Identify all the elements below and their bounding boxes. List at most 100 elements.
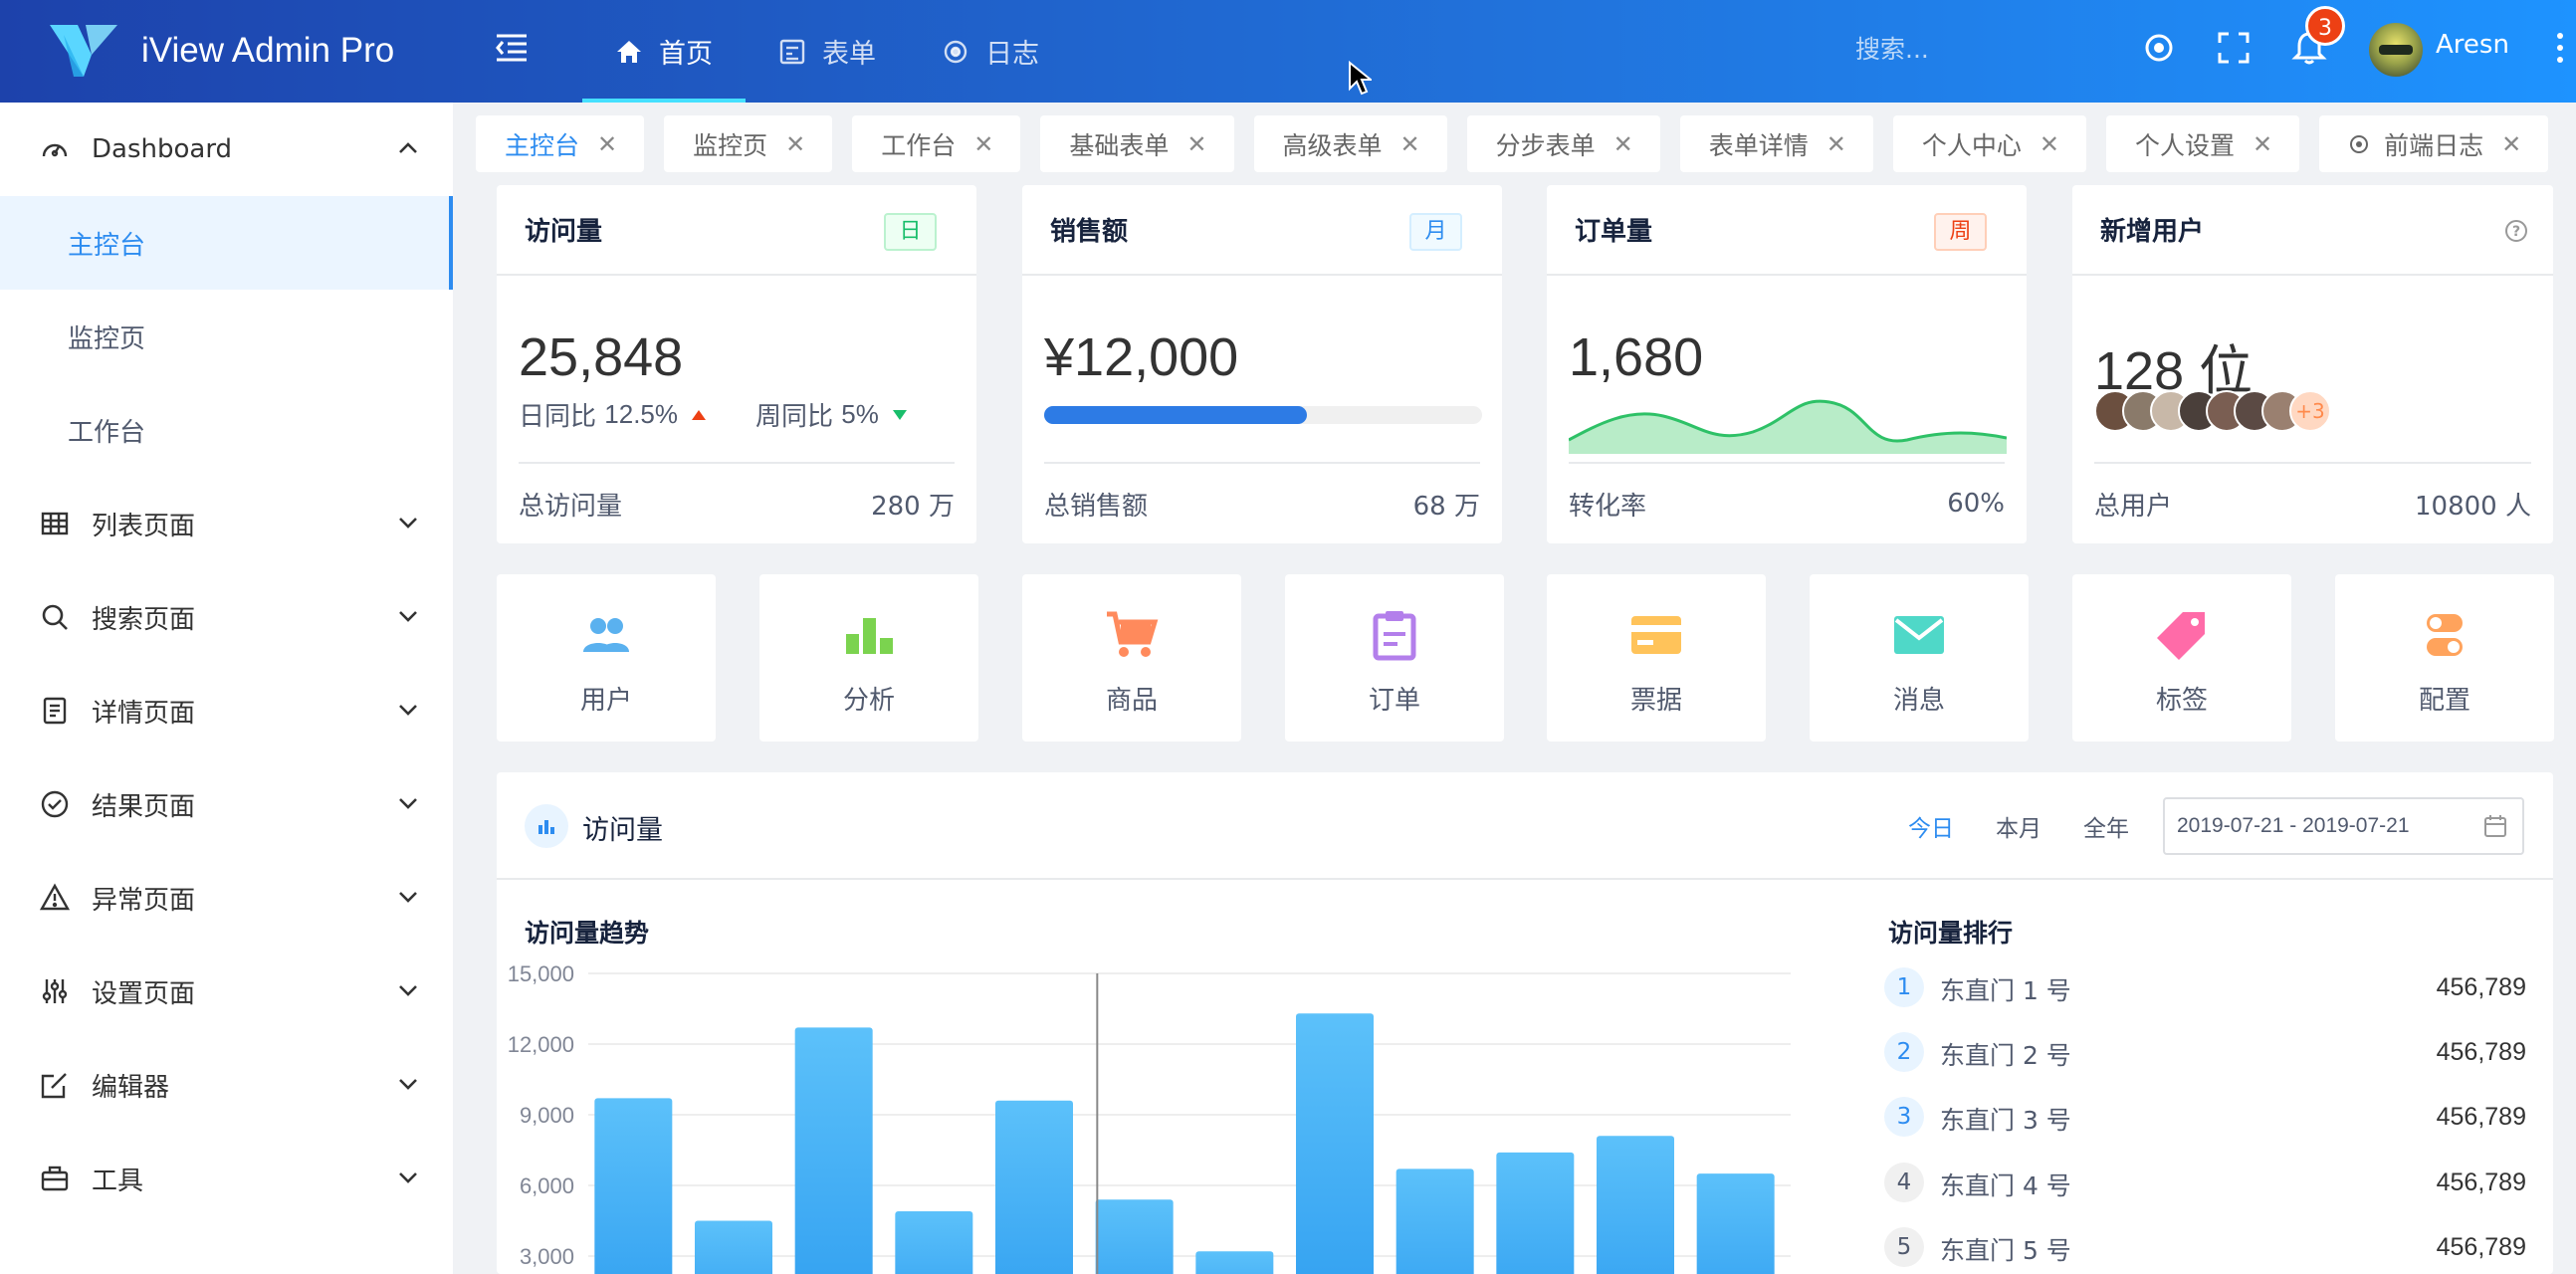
- sidebar-group-list[interactable]: 列表页面: [0, 477, 453, 570]
- nav-log[interactable]: 日志: [909, 0, 1072, 103]
- chevron-down-icon: [399, 892, 417, 903]
- progress-fill: [1044, 406, 1307, 424]
- chart-bar[interactable]: [1195, 1251, 1274, 1274]
- chart-bar[interactable]: [1395, 1168, 1474, 1274]
- cart-icon: [1107, 611, 1159, 657]
- quick-entry-analysis[interactable]: 分析: [759, 574, 978, 742]
- close-icon[interactable]: ✕: [2501, 130, 2521, 158]
- quick-entry-tags[interactable]: 标签: [2072, 574, 2291, 742]
- quick-entry-orders[interactable]: 订单: [1285, 574, 1504, 742]
- sidebar-group-result[interactable]: 结果页面: [0, 757, 453, 851]
- footer-value: 280 万: [871, 491, 955, 522]
- period-tag: 周: [1934, 213, 1987, 251]
- range-today[interactable]: 今日: [1908, 809, 1954, 843]
- nav-form[interactable]: 表单: [746, 0, 909, 103]
- locate-icon[interactable]: [2139, 28, 2179, 68]
- range-year[interactable]: 全年: [2083, 809, 2129, 843]
- rank-number: 4: [1884, 1163, 1924, 1202]
- sidebar-group-detail[interactable]: 详情页面: [0, 664, 453, 757]
- card-title: 订单量 周: [1547, 185, 2027, 276]
- sidebar-item-workplace[interactable]: 工作台: [0, 383, 453, 477]
- sidebar-group-dashboard[interactable]: Dashboard: [0, 103, 453, 196]
- form-icon: [779, 39, 805, 64]
- close-icon[interactable]: ✕: [2253, 130, 2272, 158]
- more-icon[interactable]: [2556, 32, 2564, 64]
- tab-basic-form[interactable]: 基础表单 ✕: [1040, 115, 1234, 172]
- sidebar-group-search[interactable]: 搜索页面: [0, 570, 453, 664]
- sidebar-group-exception[interactable]: 异常页面: [0, 851, 453, 945]
- quick-entry-config[interactable]: 配置: [2335, 574, 2554, 742]
- y-tick-label: 6,000: [520, 1173, 574, 1198]
- sidebar-item-console[interactable]: 主控台: [0, 196, 453, 290]
- close-icon[interactable]: ✕: [2039, 130, 2059, 158]
- period-tag: 日: [884, 213, 937, 251]
- chart-bar[interactable]: [1696, 1173, 1775, 1274]
- tab-label: 个人设置: [2135, 130, 2236, 160]
- tab-advanced-form[interactable]: 高级表单 ✕: [1253, 115, 1447, 172]
- chart-bar[interactable]: [995, 1100, 1073, 1274]
- avatar-group: +3: [2094, 390, 2331, 434]
- close-icon[interactable]: ✕: [597, 130, 617, 158]
- tab-frontend-log[interactable]: 前端日志 ✕: [2319, 115, 2549, 172]
- app-logo[interactable]: iView Admin Pro: [48, 18, 394, 84]
- close-icon[interactable]: ✕: [973, 130, 993, 158]
- chevron-down-icon: [399, 705, 417, 716]
- quick-entry-messages[interactable]: 消息: [1810, 574, 2029, 742]
- rank-value: 456,789: [2436, 1233, 2526, 1261]
- card-footer: 总用户 10800 人: [2094, 462, 2531, 543]
- app-title: iView Admin Pro: [141, 31, 395, 70]
- range-month[interactable]: 本月: [1996, 809, 2041, 843]
- close-icon[interactable]: ✕: [1186, 130, 1206, 158]
- menu-collapse-icon[interactable]: [494, 30, 530, 66]
- tab-console[interactable]: 主控台 ✕: [476, 115, 645, 172]
- stat-value: 1,680: [1569, 327, 1704, 387]
- tab-monitor[interactable]: 监控页 ✕: [664, 115, 833, 172]
- chart-bar[interactable]: [794, 1027, 873, 1274]
- chart-bar[interactable]: [895, 1211, 973, 1274]
- chart-bar[interactable]: [594, 1098, 673, 1274]
- close-icon[interactable]: ✕: [1613, 130, 1633, 158]
- log-icon: [944, 40, 967, 63]
- chart-bar[interactable]: [695, 1220, 772, 1274]
- toolbox-icon: [41, 1166, 69, 1191]
- sidebar-group-editor[interactable]: 编辑器: [0, 1038, 453, 1132]
- footer-value: 10800 人: [2415, 491, 2531, 522]
- quick-entry-products[interactable]: 商品: [1022, 574, 1241, 742]
- nav-home[interactable]: 首页: [582, 0, 746, 103]
- close-icon[interactable]: ✕: [785, 130, 805, 158]
- top-nav: 首页 表单 日志: [582, 0, 1072, 103]
- sidebar-group-tools[interactable]: 工具: [0, 1132, 453, 1225]
- tab-user-settings[interactable]: 个人设置 ✕: [2106, 115, 2300, 172]
- tab-workplace[interactable]: 工作台 ✕: [852, 115, 1021, 172]
- rank-name: 东直门 4 号: [1940, 1171, 2071, 1200]
- quick-entry-receipts[interactable]: 票据: [1547, 574, 1766, 742]
- tab-label: 基础表单: [1069, 130, 1170, 160]
- quick-entry-users[interactable]: 用户: [497, 574, 716, 742]
- rank-value: 456,789: [2436, 1168, 2526, 1196]
- chart-bar[interactable]: [1496, 1152, 1575, 1274]
- sidebar-item-monitor[interactable]: 监控页: [0, 290, 453, 383]
- chart-bar[interactable]: [1597, 1136, 1674, 1274]
- trend-title: 访问量趋势: [525, 919, 650, 948]
- close-icon[interactable]: ✕: [1400, 130, 1420, 158]
- clipboard-icon: [1373, 611, 1416, 661]
- stat-value: ¥12,000: [1044, 327, 1239, 387]
- date-range-picker[interactable]: 2019-07-21 - 2019-07-21: [2163, 797, 2524, 855]
- username[interactable]: Aresn: [2436, 30, 2509, 60]
- caret-up-icon: [692, 409, 707, 420]
- y-tick-label: 12,000: [508, 1032, 574, 1057]
- search-input[interactable]: 搜索...: [1855, 30, 1929, 66]
- tab-user-center[interactable]: 个人中心 ✕: [1892, 115, 2086, 172]
- chart-bar[interactable]: [1095, 1199, 1174, 1274]
- avatar[interactable]: [2369, 23, 2423, 77]
- tab-form-detail[interactable]: 表单详情 ✕: [1679, 115, 1873, 172]
- chart-bar[interactable]: [1296, 1013, 1374, 1274]
- tab-step-form[interactable]: 分步表单 ✕: [1466, 115, 1660, 172]
- close-icon[interactable]: ✕: [1826, 130, 1846, 158]
- log-icon: [2350, 134, 2369, 153]
- help-icon[interactable]: ?: [2504, 219, 2528, 243]
- tab-label: 表单详情: [1708, 130, 1809, 160]
- sidebar-group-settings[interactable]: 设置页面: [0, 945, 453, 1038]
- fullscreen-icon[interactable]: [2214, 28, 2254, 68]
- more-avatars-count[interactable]: +3: [2289, 390, 2331, 432]
